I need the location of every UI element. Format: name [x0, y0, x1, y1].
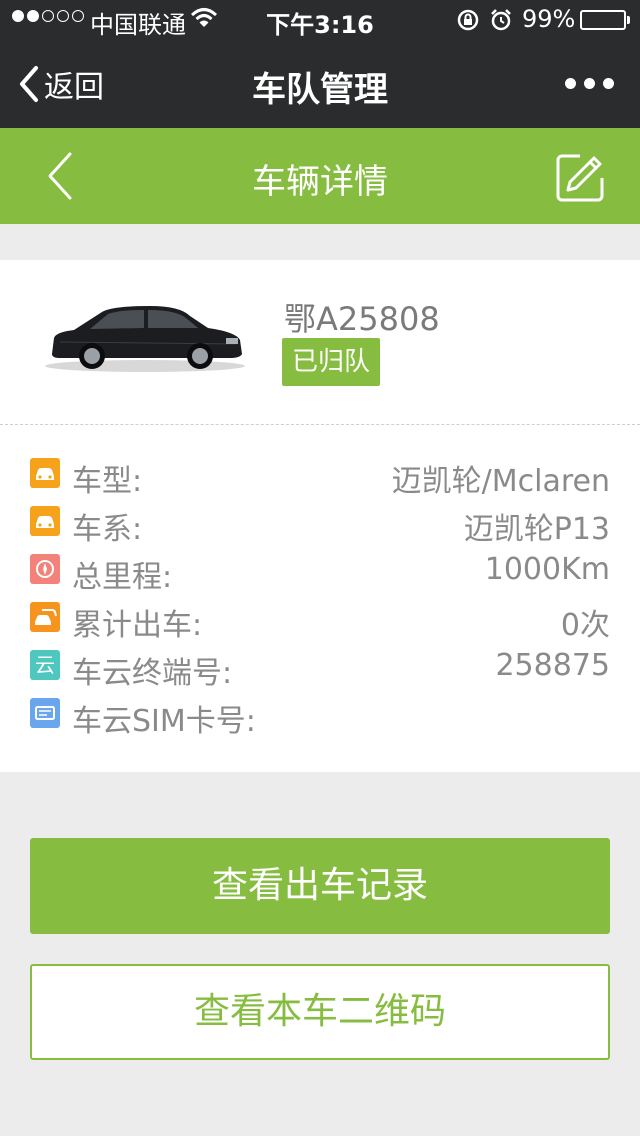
info-value: 1000Km	[484, 552, 610, 587]
battery-icon	[580, 10, 630, 30]
edit-icon[interactable]	[554, 152, 606, 208]
info-row-dispatch: 累计出车: 0次	[30, 600, 610, 643]
cloud-terminal-icon: 云	[30, 650, 60, 680]
battery-percent: 99%	[522, 5, 576, 33]
car-image	[40, 302, 250, 378]
info-row-sim: 车云SIM卡号:	[30, 696, 610, 739]
info-label: 车云SIM卡号:	[72, 704, 256, 739]
alarm-icon	[489, 8, 513, 38]
dispatch-icon	[30, 602, 60, 632]
info-row-model: 车型: 迈凯轮/Mclaren	[30, 456, 610, 499]
detail-title: 车辆详情	[252, 162, 388, 202]
view-qr-code-button[interactable]: 查看本车二维码	[30, 964, 610, 1060]
info-value: 迈凯轮P13	[463, 512, 610, 547]
view-dispatch-records-button[interactable]: 查看出车记录	[30, 838, 610, 934]
status-bar: 中国联通 下午3:16 99%	[0, 0, 640, 40]
info-value: 0次	[560, 608, 610, 643]
info-value: 258875	[495, 648, 610, 683]
more-icon[interactable]	[565, 78, 614, 89]
info-label: 车云终端号:	[72, 656, 233, 691]
plate-number: 鄂A25808	[284, 300, 440, 338]
sim-card-icon	[30, 698, 60, 728]
nav-bar: 返回 车队管理	[0, 40, 640, 128]
info-row-mileage: 总里程: 1000Km	[30, 552, 610, 595]
detail-header: 车辆详情	[0, 128, 640, 224]
info-label: 车系:	[72, 512, 143, 547]
info-label: 累计出车:	[72, 608, 203, 643]
car-model-icon	[30, 458, 60, 488]
page-title: 车队管理	[252, 70, 388, 110]
info-label: 总里程:	[72, 560, 173, 595]
vehicle-card: 鄂A25808 已归队 车型: 迈凯轮/Mclaren 车系: 迈凯轮P13 总…	[0, 260, 640, 772]
info-value: 迈凯轮/Mclaren	[391, 464, 610, 499]
rotation-lock-icon	[456, 8, 480, 38]
info-row-series: 车系: 迈凯轮P13	[30, 504, 610, 547]
top-bar: 中国联通 下午3:16 99% 返回 车队管理	[0, 0, 640, 128]
info-label: 车型:	[72, 464, 143, 499]
divider	[0, 424, 640, 425]
status-badge: 已归队	[282, 338, 380, 386]
info-row-terminal: 云 车云终端号: 258875	[30, 648, 610, 691]
car-series-icon	[30, 506, 60, 536]
compass-icon	[30, 554, 60, 584]
